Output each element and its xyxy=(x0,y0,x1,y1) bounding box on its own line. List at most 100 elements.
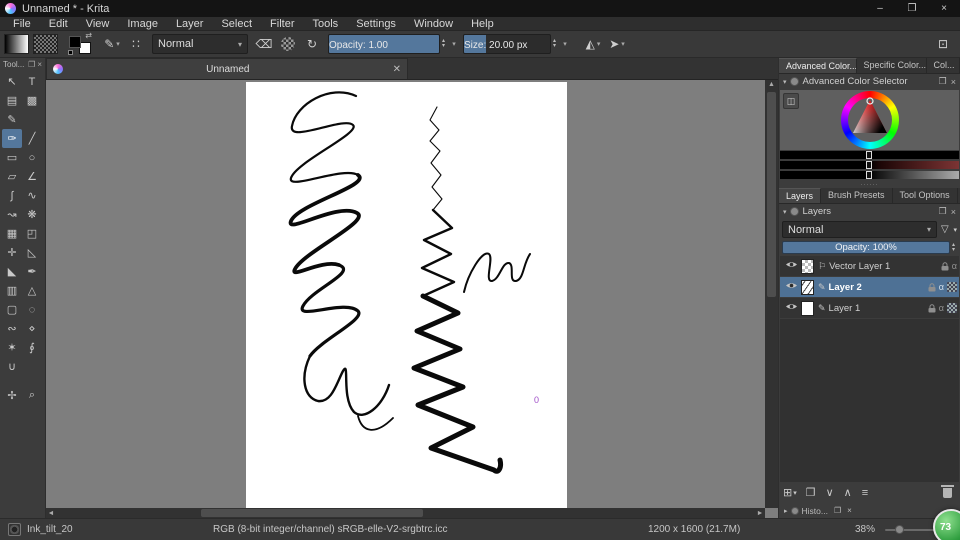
angle-indicator-badge[interactable]: 73 xyxy=(933,509,960,540)
menu-view[interactable]: View xyxy=(77,17,119,31)
layer-lock-icon[interactable] xyxy=(928,282,936,292)
add-layer-button[interactable]: ⊞ ▾ xyxy=(783,486,797,499)
wrap-around-button[interactable]: ➤ ▾ xyxy=(606,33,628,55)
tool-freehand-path[interactable]: ∿ xyxy=(22,186,42,205)
layer-name[interactable]: Vector Layer 1 xyxy=(829,261,938,272)
reset-colors-icon[interactable] xyxy=(68,50,73,55)
horizontal-scrollbar[interactable]: ◄ ► xyxy=(46,508,765,518)
tool-crop[interactable]: ▦ xyxy=(2,224,22,243)
tab-close-icon[interactable]: ✕ xyxy=(393,64,401,75)
tool-multibrush[interactable]: ❋ xyxy=(22,205,42,224)
layer-alpha-lock-icon[interactable]: α xyxy=(939,282,944,292)
float-docker-icon[interactable]: ❐ xyxy=(939,76,947,87)
layer-name[interactable]: Layer 2 xyxy=(829,282,925,293)
layer-alpha-lock-icon[interactable]: α xyxy=(952,261,957,271)
strip-marker[interactable] xyxy=(865,151,872,159)
eraser-toggle[interactable]: ⌫ xyxy=(253,33,275,55)
spin-down-icon[interactable]: ▾ xyxy=(952,247,955,253)
layer-alpha-lock-icon[interactable]: α xyxy=(939,303,944,313)
maximize-button[interactable]: ❐ xyxy=(896,0,928,17)
tab-layers[interactable]: Layers xyxy=(779,188,822,203)
tool-gradient[interactable]: ▥ xyxy=(2,281,22,300)
tab-tool-options[interactable]: Tool Options xyxy=(893,188,958,203)
fg-bg-color-widget[interactable]: ⇄ xyxy=(68,31,92,55)
layer-visibility-icon[interactable] xyxy=(785,281,798,293)
scroll-up-icon[interactable]: ▲ xyxy=(768,80,775,90)
collapse-icon[interactable]: ▾ xyxy=(783,78,787,86)
vertical-scrollbar[interactable]: ▲ xyxy=(765,80,778,508)
menu-settings[interactable]: Settings xyxy=(347,17,405,31)
vertical-scroll-thumb[interactable] xyxy=(767,92,776,297)
mirror-horizontal-button[interactable]: ◭ ▾ xyxy=(582,33,604,55)
tool-zoom[interactable]: ⌕ xyxy=(22,386,42,405)
layer-opacity-slider[interactable]: Opacity: 100% xyxy=(782,241,950,254)
menu-image[interactable]: Image xyxy=(118,17,167,31)
tool-rect-select[interactable]: ▢ xyxy=(2,300,22,319)
tool-edit-shapes[interactable]: ▤ xyxy=(2,91,22,110)
menu-help[interactable]: Help xyxy=(462,17,503,31)
minimize-button[interactable]: – xyxy=(864,0,896,17)
pattern-swatch[interactable] xyxy=(33,34,58,54)
menu-select[interactable]: Select xyxy=(212,17,261,31)
tab-specific-color[interactable]: Specific Color... xyxy=(857,58,927,73)
tool-assistants[interactable]: △ xyxy=(22,281,42,300)
tool-freehand-select[interactable]: ∾ xyxy=(2,319,22,338)
tool-text[interactable]: T xyxy=(22,72,42,91)
horizontal-scroll-thumb[interactable] xyxy=(201,509,423,517)
tool-polygon[interactable]: ▱ xyxy=(2,167,22,186)
strip-marker[interactable] xyxy=(865,161,872,169)
layer-name[interactable]: Layer 1 xyxy=(829,303,925,314)
canvas[interactable]: 0 xyxy=(246,82,567,508)
layer-thumbnail[interactable] xyxy=(801,258,814,274)
tool-fill[interactable]: ◣ xyxy=(2,262,22,281)
tool-similar-select[interactable]: ✶ xyxy=(2,338,22,357)
layer-lock-icon[interactable] xyxy=(941,261,949,271)
close-button[interactable]: × xyxy=(928,0,960,17)
tab-advanced-color[interactable]: Advanced Color... xyxy=(779,58,857,73)
tool-ellipse[interactable]: ○ xyxy=(22,148,42,167)
foreground-color-swatch[interactable] xyxy=(69,36,81,48)
menu-layer[interactable]: Layer xyxy=(167,17,213,31)
color-selector-settings-button[interactable]: ◫ xyxy=(783,93,799,109)
layer-blending-mode-select[interactable]: Normal ▾ xyxy=(782,221,937,238)
workspace-chooser-button[interactable]: ⊡ xyxy=(932,33,954,55)
zoom-slider-knob[interactable] xyxy=(895,525,904,534)
tool-calligraphy[interactable]: ▩ xyxy=(22,91,42,110)
tool-bezier-select[interactable]: ∮ xyxy=(22,338,42,357)
tab-col[interactable]: Col... xyxy=(927,58,960,73)
tool-pencil[interactable]: ✎ xyxy=(2,110,22,129)
move-layer-up-button[interactable]: ∧ xyxy=(844,486,853,499)
menu-edit[interactable]: Edit xyxy=(40,17,77,31)
layer-inherit-alpha-icon[interactable] xyxy=(947,303,957,313)
shade-strip-1[interactable] xyxy=(780,151,959,159)
close-docker-icon[interactable]: × xyxy=(951,77,956,87)
close-docker-icon[interactable]: × xyxy=(37,60,42,69)
layer-thumbnail[interactable] xyxy=(801,300,814,316)
horizontal-scroll-track[interactable] xyxy=(56,508,755,518)
layer-visibility-icon[interactable] xyxy=(785,302,798,314)
float-docker-icon[interactable]: ❐ xyxy=(28,60,35,69)
preserve-alpha-toggle[interactable] xyxy=(277,33,299,55)
shade-strip-2[interactable] xyxy=(780,161,959,169)
brush-preset-icon[interactable] xyxy=(8,523,21,536)
tool-magnetic-select[interactable]: ∪ xyxy=(2,357,22,376)
layers-docker-header[interactable]: ▾ Layers ❐ × xyxy=(779,204,960,219)
zoom-slider[interactable] xyxy=(885,525,937,534)
canvas-viewport[interactable]: 0 ▲ ◄ ► xyxy=(46,80,778,518)
layer-thumbnail[interactable] xyxy=(801,279,814,295)
tool-measure[interactable]: ◺ xyxy=(22,243,42,262)
shade-strip-3[interactable] xyxy=(780,171,959,179)
opacity-slider[interactable]: Opacity: 1.00 xyxy=(328,34,440,54)
blending-mode-select[interactable]: Normal ▾ xyxy=(152,34,248,54)
tool-freehand-brush[interactable]: ✑ xyxy=(2,129,22,148)
gradient-swatch[interactable] xyxy=(4,34,29,54)
opacity-spinner[interactable]: ▴ ▾ xyxy=(440,38,447,49)
tool-polyline[interactable]: ∠ xyxy=(22,167,42,186)
advanced-color-selector[interactable]: ◫ xyxy=(780,90,959,150)
tool-color-sampler[interactable]: ✒ xyxy=(22,262,42,281)
sv-triangle[interactable] xyxy=(841,91,899,149)
tool-move[interactable]: ✛ xyxy=(2,243,22,262)
expand-icon[interactable]: ▸ xyxy=(784,507,788,515)
tool-bezier-curve[interactable]: ∫ xyxy=(2,186,22,205)
menu-window[interactable]: Window xyxy=(405,17,462,31)
